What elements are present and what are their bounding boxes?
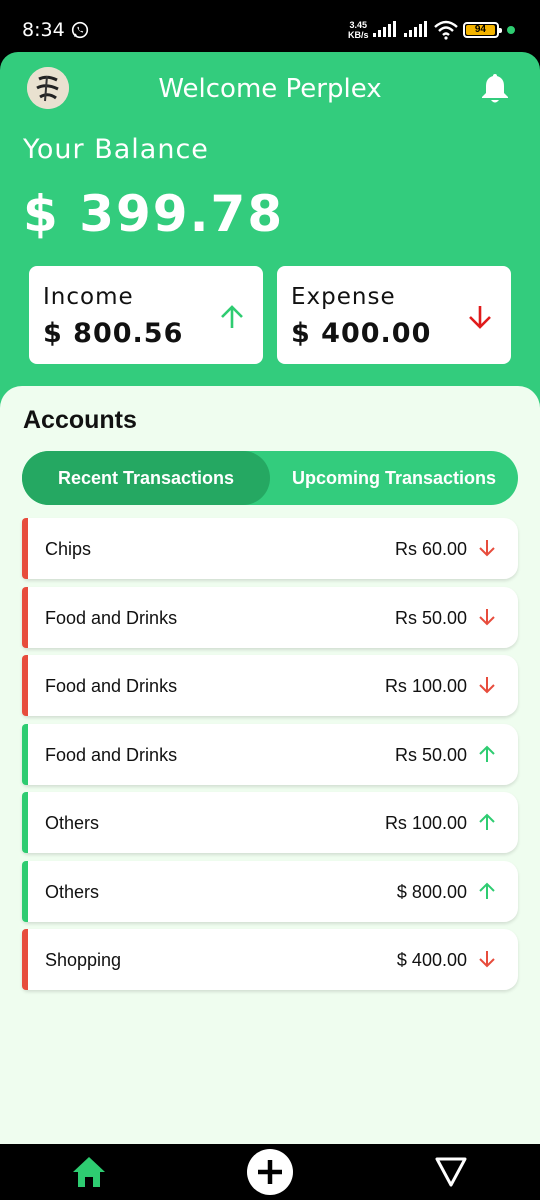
transaction-row[interactable]: Others Rs 100.00: [22, 792, 518, 853]
arrow-up-icon: [219, 304, 245, 335]
arrow-down-icon: [477, 607, 497, 632]
transaction-amount: $ 400.00: [396, 950, 467, 970]
arrow-down-icon: [467, 304, 493, 335]
income-card: Income $ 800.56: [29, 266, 263, 364]
transaction-name: Food and Drinks: [45, 607, 178, 628]
transaction-row[interactable]: Food and Drinks Rs 100.00: [22, 655, 518, 716]
status-dot: [507, 26, 515, 34]
status-time: 8:34: [22, 19, 65, 41]
transaction-indicator: [22, 655, 28, 716]
transaction-indicator: [22, 518, 28, 579]
transaction-amount: $ 800.00: [396, 881, 467, 902]
bottom-nav: [0, 1144, 540, 1200]
transaction-name: Food and Drinks: [45, 744, 178, 765]
transaction-amount: Rs 50.00: [394, 744, 467, 765]
expense-card: Expense $ 400.00: [277, 266, 511, 364]
arrow-up-icon: [477, 744, 497, 769]
tab-upcoming-transactions[interactable]: Upcoming Transactions: [270, 451, 518, 505]
transaction-row[interactable]: Others $ 800.00: [22, 860, 518, 922]
transaction-indicator: [22, 586, 28, 648]
plus-circle-icon: [258, 1160, 282, 1184]
transaction-amount: Rs 50.00: [394, 607, 467, 628]
accounts-panel: Accounts Recent Transactions Upcoming Tr…: [0, 386, 540, 1144]
transaction-list: Chips Rs 60.00 Food and Drinks Rs 50.00 Food…: [22, 518, 518, 998]
arrow-up-icon: [477, 881, 497, 906]
transaction-name: Chips: [45, 539, 92, 559]
transaction-row[interactable]: Chips Rs 60.00: [22, 518, 518, 579]
status-bar: 8:34 3.45 KB/s 94: [0, 0, 540, 60]
triangle-back-icon[interactable]: [435, 1157, 467, 1192]
transaction-indicator: [22, 792, 28, 853]
transaction-name: Shopping: [45, 950, 122, 970]
transaction-amount: Rs 100.00: [384, 813, 467, 833]
signal-icon: [373, 21, 397, 42]
battery-icon: 94: [463, 22, 502, 38]
transactions-tabs: Recent Transactions Upcoming Transaction…: [22, 451, 518, 505]
transaction-indicator: [22, 860, 28, 922]
accounts-title: Accounts: [23, 406, 137, 434]
transaction-indicator: [22, 723, 28, 785]
arrow-down-icon: [477, 538, 497, 563]
home-icon[interactable]: [72, 1156, 106, 1193]
arrow-down-icon: [477, 949, 497, 974]
app-screen: Welcome Perplex Your Balance $ 399.78 In…: [0, 52, 540, 1144]
signal-icon: [404, 21, 428, 42]
balance-label: Your Balance: [23, 134, 209, 165]
transaction-row[interactable]: Food and Drinks Rs 50.00: [22, 586, 518, 648]
transaction-name: Others: [45, 813, 100, 833]
transaction-indicator: [22, 929, 28, 990]
expense-value: $ 400.00: [291, 318, 432, 349]
welcome-title: Welcome Perplex: [158, 74, 382, 104]
transaction-row[interactable]: Food and Drinks Rs 50.00: [22, 723, 518, 785]
balance-value: $ 399.78: [23, 185, 285, 243]
expense-label: Expense: [291, 284, 396, 310]
income-value: $ 800.56: [43, 318, 184, 349]
tab-recent-transactions[interactable]: Recent Transactions: [22, 451, 270, 505]
transaction-name: Food and Drinks: [45, 676, 178, 696]
whatsapp-icon: [71, 21, 89, 44]
income-label: Income: [43, 284, 134, 310]
network-speed: 3.45 KB/s: [348, 20, 369, 40]
transaction-amount: Rs 100.00: [384, 676, 467, 696]
transaction-row[interactable]: Shopping $ 400.00: [22, 929, 518, 990]
bell-icon[interactable]: [481, 72, 509, 109]
transaction-amount: Rs 60.00: [394, 539, 467, 559]
arrow-up-icon: [477, 812, 497, 837]
wifi-icon: [434, 20, 458, 45]
transaction-name: Others: [45, 881, 100, 902]
add-transaction-button[interactable]: [247, 1149, 293, 1195]
arrow-down-icon: [477, 675, 497, 700]
